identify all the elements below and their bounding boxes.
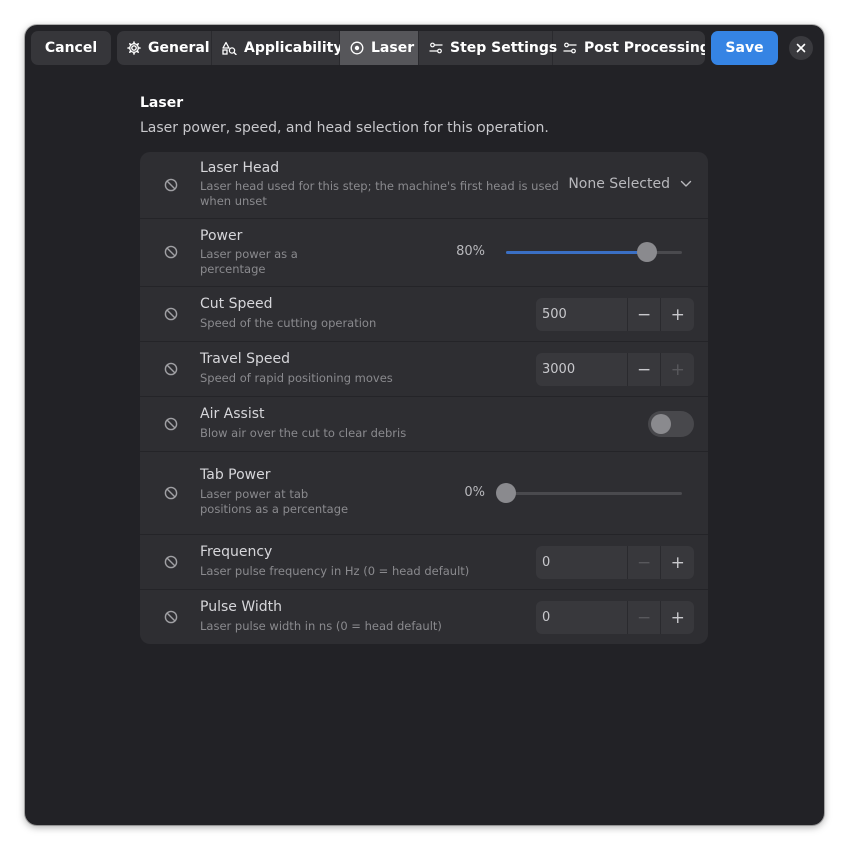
power-title: Power	[200, 228, 243, 244]
travel-speed-input[interactable]: 3000	[536, 353, 627, 386]
reset-disabled-icon[interactable]	[164, 417, 178, 431]
power-slider-knob[interactable]	[636, 242, 657, 262]
tab-general[interactable]: General	[117, 31, 212, 65]
frequency-spinbutton: 0 − +	[536, 546, 694, 579]
row-air-assist: Air Assist Blow air over the cut to clea…	[140, 397, 708, 452]
reset-disabled-icon[interactable]	[164, 307, 178, 321]
frequency-input[interactable]: 0	[536, 546, 627, 579]
cut-speed-spinbutton: 500 − +	[536, 298, 694, 331]
row-travel-speed: Travel Speed Speed of rapid positioning …	[140, 342, 708, 397]
tab-bar: General Applicability Laser Step Setting…	[117, 31, 705, 65]
section-description: Laser power, speed, and head selection f…	[140, 120, 549, 136]
pulse-width-spinbutton: 0 − +	[536, 601, 694, 634]
air-assist-title: Air Assist	[200, 406, 265, 422]
tab-power-value-label: 0%	[464, 485, 485, 500]
travel-speed-spinbutton: 3000 − +	[536, 353, 694, 386]
frequency-decrement-button[interactable]: −	[626, 546, 661, 579]
travel-speed-subtitle: Speed of rapid positioning moves	[200, 371, 393, 385]
section-title: Laser	[140, 95, 184, 111]
save-button[interactable]: Save	[711, 31, 778, 65]
tab-step-settings[interactable]: Step Settings	[419, 31, 557, 65]
air-assist-toggle-knob	[651, 414, 671, 434]
laser-head-selected-value: None Selected	[568, 176, 670, 192]
chevron-down-icon	[680, 180, 692, 187]
tab-power-subtitle-line2: positions as a percentage	[200, 502, 349, 516]
reset-disabled-icon[interactable]	[164, 555, 178, 569]
air-assist-toggle[interactable]	[648, 411, 694, 437]
tab-post-processing-label: Post Processing	[584, 40, 705, 56]
close-button[interactable]	[789, 36, 813, 60]
pulse-width-subtitle: Laser pulse width in ns (0 = head defaul…	[200, 619, 442, 633]
tab-post-processing[interactable]: Post Processing	[553, 31, 705, 65]
cut-speed-increment-button[interactable]: +	[660, 298, 694, 331]
tab-applicability-label: Applicability	[244, 40, 343, 56]
pulse-width-decrement-button[interactable]: −	[626, 601, 661, 634]
applicability-icon	[222, 41, 237, 55]
sliders-icon	[563, 42, 577, 54]
power-subtitle-line1: Laser power as a	[200, 247, 298, 261]
tab-laser[interactable]: Laser	[340, 31, 419, 65]
tab-power-title: Tab Power	[200, 467, 271, 483]
cut-speed-subtitle: Speed of the cutting operation	[200, 316, 377, 330]
reset-disabled-icon[interactable]	[164, 486, 178, 500]
tab-power-slider-knob[interactable]	[496, 483, 516, 503]
frequency-title: Frequency	[200, 544, 273, 560]
tab-step-settings-label: Step Settings	[450, 40, 558, 56]
power-slider-fill	[506, 251, 647, 254]
power-slider[interactable]	[506, 242, 682, 262]
pulse-width-input[interactable]: 0	[536, 601, 627, 634]
laser-head-subtitle-line1: Laser head used for this step; the machi…	[200, 179, 559, 193]
tab-power-subtitle-line1: Laser power at tab	[200, 487, 309, 501]
laser-head-dropdown[interactable]: None Selected	[568, 176, 692, 192]
sliders-icon	[429, 42, 443, 54]
cut-speed-input[interactable]: 500	[536, 298, 627, 331]
laser-target-icon	[350, 41, 364, 55]
travel-speed-increment-button[interactable]: +	[660, 353, 694, 386]
tab-laser-label: Laser	[371, 40, 415, 56]
reset-disabled-icon[interactable]	[164, 610, 178, 624]
cancel-button[interactable]: Cancel	[31, 31, 111, 65]
laser-head-title: Laser Head	[200, 160, 280, 176]
row-power: Power Laser power as a percentage 80%	[140, 219, 708, 287]
frequency-increment-button[interactable]: +	[660, 546, 694, 579]
gear-icon	[127, 41, 141, 55]
reset-disabled-icon[interactable]	[164, 178, 178, 192]
reset-disabled-icon[interactable]	[164, 362, 178, 376]
power-subtitle-line2: percentage	[200, 262, 266, 276]
reset-disabled-icon[interactable]	[164, 245, 178, 259]
travel-speed-title: Travel Speed	[200, 351, 290, 367]
row-laser-head[interactable]: Laser Head Laser head used for this step…	[140, 152, 708, 219]
travel-speed-decrement-button[interactable]: −	[626, 353, 661, 386]
tab-general-label: General	[148, 40, 210, 56]
pulse-width-title: Pulse Width	[200, 599, 282, 615]
row-cut-speed: Cut Speed Speed of the cutting operation…	[140, 287, 708, 342]
tab-applicability[interactable]: Applicability	[212, 31, 343, 65]
frequency-subtitle: Laser pulse frequency in Hz (0 = head de…	[200, 564, 470, 578]
cut-speed-title: Cut Speed	[200, 296, 273, 312]
close-icon	[796, 43, 806, 53]
cut-speed-decrement-button[interactable]: −	[626, 298, 661, 331]
row-frequency: Frequency Laser pulse frequency in Hz (0…	[140, 535, 708, 590]
header-bar: Cancel General Applicability Laser Step …	[25, 25, 824, 71]
power-value-label: 80%	[456, 244, 485, 259]
row-pulse-width: Pulse Width Laser pulse width in ns (0 =…	[140, 590, 708, 644]
air-assist-subtitle: Blow air over the cut to clear debris	[200, 426, 407, 440]
tab-power-slider[interactable]	[496, 483, 682, 503]
settings-card: Laser Head Laser head used for this step…	[140, 152, 708, 644]
row-tab-power: Tab Power Laser power at tab positions a…	[140, 452, 708, 535]
laser-head-subtitle-line2: when unset	[200, 194, 267, 208]
pulse-width-increment-button[interactable]: +	[660, 601, 694, 634]
dialog-window: Cancel General Applicability Laser Step …	[25, 25, 824, 825]
